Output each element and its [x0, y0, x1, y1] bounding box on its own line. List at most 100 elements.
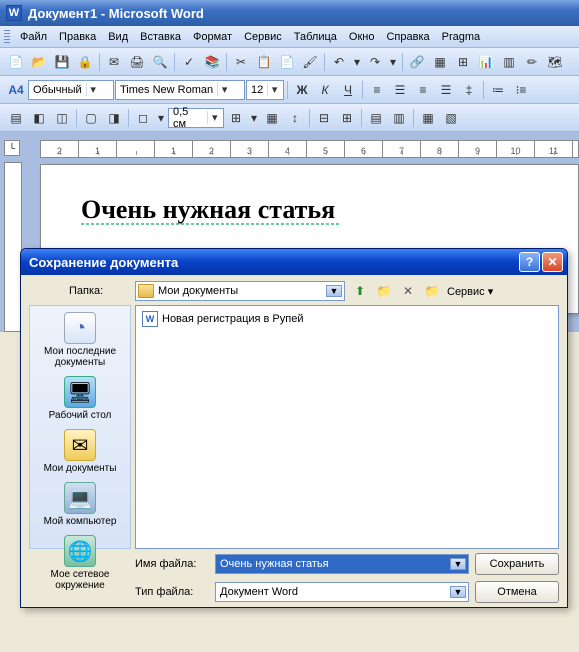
tb-icon-3[interactable]: ◫ — [51, 107, 73, 129]
tb-icon-8[interactable]: ▦ — [261, 107, 283, 129]
tb-dd-2[interactable]: ▾ — [248, 107, 260, 129]
research-button[interactable]: 📚 — [201, 51, 223, 73]
menu-help[interactable]: Справка — [380, 29, 435, 45]
folder-combo[interactable]: Мои документы ▼ — [135, 281, 345, 301]
help-button[interactable]: ? — [519, 252, 540, 272]
drawing-button[interactable]: ✏ — [521, 51, 543, 73]
columns-button[interactable]: ▥ — [498, 51, 520, 73]
bold-button[interactable]: Ж — [291, 79, 313, 101]
tb-icon-11[interactable]: ⊞ — [336, 107, 358, 129]
tb-icon-4[interactable]: ▢ — [80, 107, 102, 129]
bullets-button[interactable]: ⁝≡ — [510, 79, 532, 101]
dialog-titlebar[interactable]: Сохранение документа ? ✕ — [21, 249, 567, 275]
toolbar-grip[interactable] — [4, 30, 10, 44]
tb-icon-7[interactable]: ⊞ — [225, 107, 247, 129]
separator — [483, 81, 484, 99]
tb-icon-14[interactable]: ▦ — [417, 107, 439, 129]
tb-icon-2[interactable]: ◧ — [28, 107, 50, 129]
tb-icon-10[interactable]: ⊟ — [313, 107, 335, 129]
cut-button[interactable]: ✂ — [230, 51, 252, 73]
menu-format[interactable]: Формат — [187, 29, 238, 45]
file-item[interactable]: WНовая регистрация в Рупей — [140, 310, 554, 328]
tb-icon-9[interactable]: ↕ — [284, 107, 306, 129]
new-folder-button[interactable]: 📁 — [375, 282, 393, 300]
close-button[interactable]: ✕ — [542, 252, 563, 272]
style-combo[interactable]: Обычный▾ — [28, 80, 114, 100]
ruler-tick: 2 — [41, 141, 79, 157]
numbering-button[interactable]: ≔ — [487, 79, 509, 101]
size-combo[interactable]: 12 ▾ — [246, 80, 284, 100]
filename-value: Очень нужная статья — [220, 558, 329, 570]
size-value: 12 — [251, 84, 263, 96]
redo-button[interactable]: ↷ — [364, 51, 386, 73]
tb-icon-6[interactable]: ◻ — [132, 107, 154, 129]
tab-selector[interactable]: └ — [4, 140, 20, 156]
tb-icon-13[interactable]: ▥ — [388, 107, 410, 129]
paste-button[interactable]: 📄 — [276, 51, 298, 73]
tb-icon-1[interactable]: ▤ — [5, 107, 27, 129]
tb-icon-12[interactable]: ▤ — [365, 107, 387, 129]
save-button[interactable]: 💾 — [51, 51, 73, 73]
up-folder-button[interactable]: ⬆ — [351, 282, 369, 300]
align-left-button[interactable]: ≡ — [366, 79, 388, 101]
indent-value: 0,5 см — [173, 106, 203, 130]
menu-insert[interactable]: Вставка — [134, 29, 187, 45]
preview-button[interactable]: 🔍 — [149, 51, 171, 73]
undo-button[interactable]: ↶ — [328, 51, 350, 73]
delete-button[interactable]: ✕ — [399, 282, 417, 300]
menu-edit[interactable]: Правка — [53, 29, 102, 45]
menu-table[interactable]: Таблица — [288, 29, 343, 45]
horizontal-ruler[interactable]: 2112345678910111213 — [40, 140, 579, 158]
menu-pragma[interactable]: Pragma — [436, 29, 487, 45]
redo-dropdown[interactable]: ▾ — [387, 51, 399, 73]
tables-button[interactable]: ▦ — [429, 51, 451, 73]
places-item[interactable]: 🖥Рабочий стол — [30, 372, 130, 425]
insert-table-button[interactable]: ⊞ — [452, 51, 474, 73]
views-button[interactable]: 📁 — [423, 282, 441, 300]
cancel-button[interactable]: Отмена — [475, 581, 559, 603]
new-doc-button[interactable]: 📄 — [5, 51, 27, 73]
save-button[interactable]: Сохранить — [475, 553, 559, 575]
align-justify-button[interactable]: ☰ — [435, 79, 457, 101]
spellcheck-button[interactable]: ✓ — [178, 51, 200, 73]
align-right-button[interactable]: ≡ — [412, 79, 434, 101]
menu-window[interactable]: Окно — [343, 29, 381, 45]
ruler-tick: 4 — [269, 141, 307, 157]
places-item[interactable]: 💻Мой компьютер — [30, 478, 130, 531]
font-combo[interactable]: Times New Roman▾ — [115, 80, 245, 100]
italic-button[interactable]: К — [314, 79, 336, 101]
places-item[interactable]: ✉Мои документы — [30, 425, 130, 478]
menu-tools[interactable]: Сервис — [238, 29, 288, 45]
tb-dd-1[interactable]: ▾ — [155, 107, 167, 129]
align-center-button[interactable]: ☰ — [389, 79, 411, 101]
menu-view[interactable]: Вид — [102, 29, 134, 45]
format-painter-button[interactable]: 🖌 — [299, 51, 321, 73]
tb-icon-5[interactable]: ◨ — [103, 107, 125, 129]
separator — [362, 81, 363, 99]
file-list[interactable]: WНовая регистрация в Рупей — [135, 305, 559, 549]
ruler-tick: 6 — [345, 141, 383, 157]
print-button[interactable]: 🖨 — [126, 51, 148, 73]
chevron-down-icon: ▾ — [86, 83, 100, 96]
menu-file[interactable]: Файл — [14, 29, 53, 45]
folder-value: Мои документы — [158, 285, 238, 297]
copy-button[interactable]: 📋 — [253, 51, 275, 73]
mail-button[interactable]: ✉ — [103, 51, 125, 73]
indent-combo[interactable]: 0,5 см▾ — [168, 108, 224, 128]
hyperlink-button[interactable]: 🔗 — [406, 51, 428, 73]
service-menu[interactable]: Сервис ▾ — [447, 285, 493, 298]
excel-button[interactable]: 📊 — [475, 51, 497, 73]
permission-button[interactable]: 🔒 — [74, 51, 96, 73]
undo-dropdown[interactable]: ▾ — [351, 51, 363, 73]
filetype-combo[interactable]: Документ Word ▼ — [215, 582, 469, 602]
open-button[interactable]: 📂 — [28, 51, 50, 73]
chevron-down-icon: ▾ — [267, 83, 281, 96]
filename-input[interactable]: Очень нужная статья ▼ — [215, 554, 469, 574]
places-item[interactable]: ◔Мои последние документы — [30, 308, 130, 372]
tb-icon-15[interactable]: ▧ — [440, 107, 462, 129]
separator — [324, 53, 325, 71]
underline-button[interactable]: Ч — [337, 79, 359, 101]
line-spacing-button[interactable]: ‡ — [458, 79, 480, 101]
docmap-button[interactable]: 🗺 — [544, 51, 566, 73]
style-prefix[interactable]: A4 — [5, 79, 27, 101]
